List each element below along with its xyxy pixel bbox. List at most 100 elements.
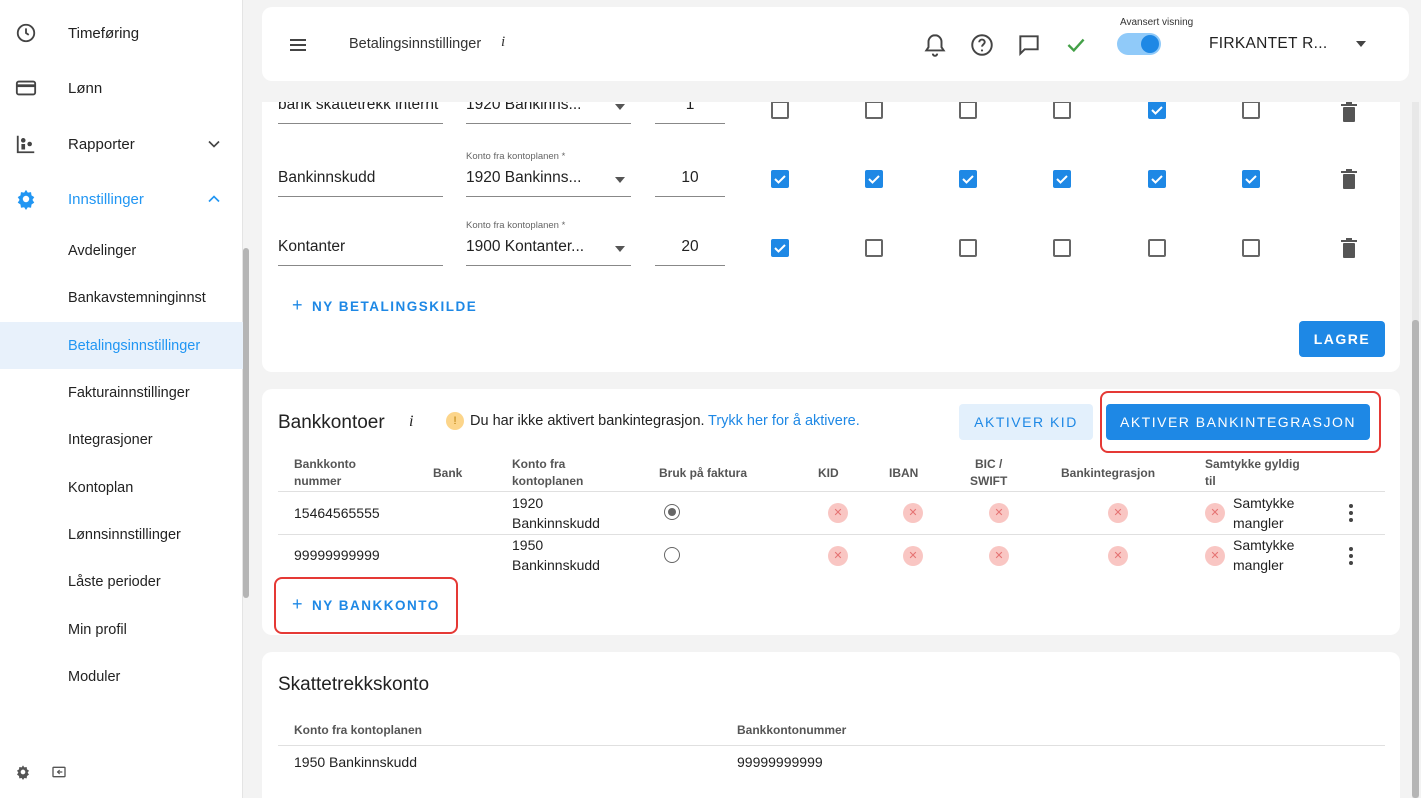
sidebar-item-label: Innstillinger [68,190,144,208]
checkbox-col3[interactable] [959,102,977,119]
payment-source-name-field[interactable]: Bankinnskudd [278,161,443,197]
company-selector[interactable]: FIRKANTET R... [1209,35,1327,53]
checkbox-col1[interactable] [771,102,789,119]
plus-icon: + [292,295,305,315]
checkbox-col3[interactable] [959,170,977,188]
konto-select[interactable]: 1920 Bankinns... [466,102,631,124]
top-bar: Betalingsinnstillinger i Avansert visnin… [262,7,1409,81]
sidebar: Timeføring Lønn Rapporter Innstillinger … [0,0,243,798]
checkmark-icon [1151,106,1163,115]
sidebar-item-rapporter[interactable]: Rapporter [0,120,243,168]
table-row[interactable]: 99999999999 1950 Bankinnskudd ✕ ✕ ✕ ✕ ✕ S… [278,534,1385,577]
checkbox-col5[interactable] [1148,102,1166,119]
checkbox-col4[interactable] [1053,170,1071,188]
info-icon[interactable]: i [409,413,413,431]
sidebar-subitem-label: Min profil [68,621,127,638]
konto-select[interactable]: 1900 Kontanter... [466,230,631,266]
checkbox-col1[interactable] [771,239,789,257]
sidebar-subitem-fakturainnstillinger[interactable]: Fakturainnstillinger [0,369,243,416]
clock-icon [14,21,38,45]
checkmark-icon [1245,175,1257,184]
checkbox-col5[interactable] [1148,239,1166,257]
activate-integration-link[interactable]: Trykk her for å aktivere. [708,413,860,429]
checkmark-icon [962,175,974,184]
bank-account-konto: 1920 Bankinnskudd [512,495,600,531]
divider [278,745,1385,746]
checkbox-col4[interactable] [1053,239,1071,257]
column-header-konto: Konto fra kontoplanen [294,723,422,737]
checkmark-icon [774,175,786,184]
trash-icon[interactable] [1339,237,1359,259]
checkbox-col2[interactable] [865,102,883,119]
save-button[interactable]: LAGRE [1299,321,1385,357]
checkbox-col6[interactable] [1242,102,1260,119]
checkbox-col3[interactable] [959,239,977,257]
help-icon[interactable] [969,32,995,58]
more-vertical-icon[interactable] [1348,503,1354,523]
checkbox-col6[interactable] [1242,170,1260,188]
scrollbar-thumb[interactable] [1412,320,1419,798]
warning-icon: ! [446,412,464,430]
checkbox-col2[interactable] [865,170,883,188]
use-on-invoice-radio[interactable] [664,504,680,520]
sidebar-subitem-label: Bankavstemninginnst [68,289,206,306]
consent-status-x-icon: ✕ [1205,546,1225,566]
bic-status-x-icon: ✕ [989,503,1009,523]
sidebar-subitem-label: Lønnsinnstillinger [68,526,181,543]
sidebar-subitem-bankavstemning[interactable]: Bankavstemninginnst [0,274,243,321]
caret-down-icon[interactable] [1354,39,1368,49]
table-row[interactable]: 15464565555 1920 Bankinnskudd ✕ ✕ ✕ ✕ ✕ S… [278,491,1385,534]
activate-kid-button[interactable]: AKTIVER KID [959,404,1093,440]
sidebar-subitem-avdelinger[interactable]: Avdelinger [0,227,243,274]
checkbox-col4[interactable] [1053,102,1071,119]
sidebar-subitem-kontoplan[interactable]: Kontoplan [0,464,243,511]
more-vertical-icon[interactable] [1348,546,1354,566]
konto-select[interactable]: 1920 Bankinns... [466,161,631,197]
credit-card-icon [14,76,38,100]
check-icon [1067,38,1085,53]
payment-source-number-field[interactable]: 1 [655,102,725,124]
payment-source-row: Konto fra kontoplanen * Kontanter 1900 K… [262,220,1400,280]
payment-source-name-field[interactable]: bank skattetrekk internt [278,102,443,124]
main-scrollbar[interactable] [1412,102,1419,798]
sidebar-item-timeforing[interactable]: Timeføring [0,9,243,57]
bell-icon[interactable] [922,32,948,58]
sidebar-item-innstillinger[interactable]: Innstillinger [0,175,243,223]
caret-down-icon [615,177,625,183]
use-on-invoice-radio[interactable] [664,547,680,563]
sidebar-subitem-min-profil[interactable]: Min profil [0,606,243,653]
payment-source-number-field[interactable]: 20 [655,230,725,266]
checkbox-col2[interactable] [865,239,883,257]
info-icon[interactable]: i [501,34,505,51]
column-header-integration: Bankintegrasjon [1061,466,1156,480]
sidebar-subitem-moduler[interactable]: Moduler [0,653,243,700]
collapse-sidebar-icon[interactable] [51,764,67,780]
sidebar-subitem-label: Låste perioder [68,573,161,590]
sidebar-item-label: Timeføring [68,24,140,42]
advanced-view-toggle[interactable] [1117,33,1161,55]
chat-icon[interactable] [1016,32,1042,58]
sidebar-subitem-label: Moduler [68,668,121,685]
trash-icon[interactable] [1339,102,1359,123]
checkbox-col5[interactable] [1148,170,1166,188]
sidebar-subitem-label: Integrasjoner [68,431,153,448]
menu-icon[interactable] [286,33,310,57]
sidebar-subitem-lonnsinnstillinger[interactable]: Lønnsinnstillinger [0,511,243,558]
trash-icon[interactable] [1339,168,1359,190]
sidebar-subitem-laste-perioder[interactable]: Låste perioder [0,558,243,605]
checkbox-col6[interactable] [1242,239,1260,257]
new-payment-source-button[interactable]: + NY BETALINGSKILDE [292,295,477,316]
payment-source-name-field[interactable]: Kontanter [278,230,443,266]
sidebar-item-lonn[interactable]: Lønn [0,64,243,112]
sidebar-subitem-betalingsinnstillinger[interactable]: Betalingsinnstillinger [0,322,243,369]
page-title: Betalingsinnstillinger [349,36,482,52]
chevron-up-icon [208,195,220,203]
payment-source-number-field[interactable]: 10 [655,161,725,197]
checkbox-col1[interactable] [771,170,789,188]
payment-source-row: bank skattetrekk internt 1920 Bankinns..… [262,102,1400,148]
settings-icon[interactable] [15,764,31,780]
sidebar-subitem-integrasjoner[interactable]: Integrasjoner [0,416,243,463]
payment-sources-card: bank skattetrekk internt 1920 Bankinns..… [262,102,1400,372]
sidebar-scrollbar[interactable] [243,248,249,598]
checkmark-icon [1151,175,1163,184]
